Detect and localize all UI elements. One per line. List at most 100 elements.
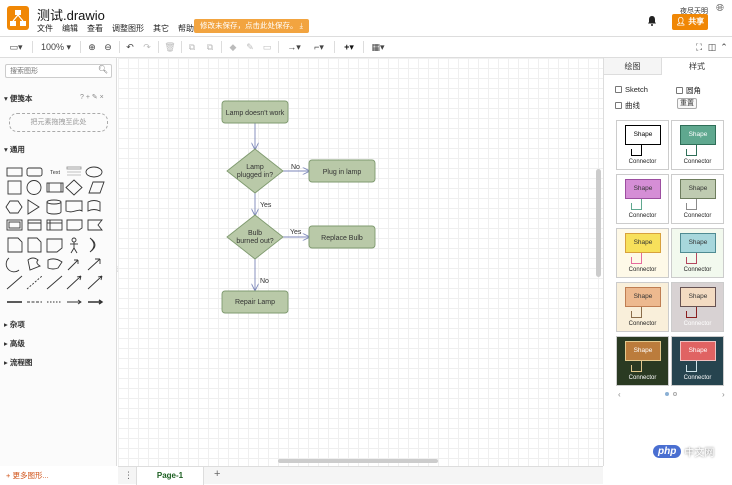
- node-plug-label: Plug in lamp: [323, 169, 362, 176]
- style-preset-9[interactable]: Shape Connector: [616, 336, 669, 386]
- style-preset-3[interactable]: Shape Connector: [616, 174, 669, 224]
- fullscreen-icon[interactable]: ⛶: [694, 40, 704, 54]
- redo-icon[interactable]: ↷: [141, 40, 153, 54]
- rounded-checkbox[interactable]: 圆角: [676, 85, 701, 96]
- connector-line: [686, 263, 697, 264]
- zoom-out-icon[interactable]: ⊖: [102, 40, 114, 54]
- connector-line: [686, 257, 687, 264]
- style-shape-sample: Shape: [625, 341, 661, 361]
- style-preset-7[interactable]: Shape Connector: [616, 282, 669, 332]
- style-preset-5[interactable]: Shape Connector: [616, 228, 669, 278]
- fill-color-icon[interactable]: ◆: [227, 40, 239, 54]
- general-title: 通用: [9, 145, 25, 154]
- collapse-icon[interactable]: ⌃: [719, 40, 729, 54]
- connector-line: [631, 311, 632, 318]
- unsaved-changes-button[interactable]: 修改未保存，点击此处保存。 ⤓: [194, 19, 309, 33]
- diagram-canvas[interactable]: Lamp doesn't work Lamp plugged in? Plug …: [118, 58, 603, 466]
- menu-arrange[interactable]: 调整图形: [112, 23, 144, 34]
- tab-style[interactable]: 样式: [662, 58, 732, 75]
- scratchpad-drop-zone[interactable]: 把元素拖拽至此处: [9, 113, 108, 132]
- to-front-icon[interactable]: ⧉: [186, 40, 198, 54]
- page-tab[interactable]: Page-1: [136, 467, 204, 485]
- to-back-icon[interactable]: ⧉: [204, 40, 216, 54]
- reset-button[interactable]: 重置: [677, 98, 697, 109]
- shape-search[interactable]: 🔍︎: [5, 64, 112, 78]
- globe-icon[interactable]: 🌐︎: [716, 3, 724, 14]
- style-preset-1[interactable]: Shape Connector: [616, 120, 669, 170]
- share-button[interactable]: 👤︎ 共享: [672, 14, 708, 30]
- next-styles-icon[interactable]: ›: [722, 390, 725, 399]
- scratchpad-controls[interactable]: ? + ✎ ×: [80, 93, 104, 101]
- pager-dot[interactable]: [673, 392, 677, 396]
- view-layout-icon[interactable]: ▭▾: [8, 40, 24, 54]
- section-misc[interactable]: ▸ 杂项: [4, 319, 25, 330]
- user-icon: 👤︎: [675, 17, 686, 26]
- pager-dot-active[interactable]: [665, 392, 669, 396]
- scratchpad-title: 便笺本: [9, 94, 33, 103]
- style-preset-10[interactable]: Shape Connector: [671, 336, 724, 386]
- zoom-value: 100%: [40, 42, 64, 52]
- waypoints-icon[interactable]: ⌐▾: [309, 40, 329, 54]
- save-icon: ⤓: [299, 21, 303, 30]
- pages-menu-icon[interactable]: ⋮: [124, 470, 133, 481]
- style-shape-sample: Shape: [625, 287, 661, 307]
- section-misc-label: 杂项: [9, 320, 25, 329]
- style-connector-label: Connector: [683, 375, 712, 381]
- node-q1-label-1: Lamp: [246, 164, 264, 171]
- connector-line: [696, 361, 697, 371]
- scratchpad-header[interactable]: ▾ 便笺本: [4, 93, 32, 104]
- search-input[interactable]: [6, 65, 96, 77]
- edge-q2-no-label: No: [260, 278, 269, 285]
- style-preset-8[interactable]: Shape Connector: [671, 282, 724, 332]
- style-preset-4[interactable]: Shape Connector: [671, 174, 724, 224]
- connector-line: [631, 371, 642, 372]
- menu-view[interactable]: 查看: [87, 23, 103, 34]
- connector-line: [686, 149, 687, 156]
- connection-style-icon[interactable]: →▾: [284, 40, 304, 54]
- curved-checkbox[interactable]: 曲线: [615, 100, 640, 111]
- connector-line: [641, 199, 642, 209]
- prev-styles-icon[interactable]: ‹: [618, 390, 621, 399]
- menu-edit[interactable]: 编辑: [62, 23, 78, 34]
- general-shapes-palette[interactable]: Text: [4, 158, 112, 312]
- connector-line: [696, 145, 697, 155]
- flowchart-diagram[interactable]: Lamp doesn't work Lamp plugged in? Plug …: [118, 58, 603, 466]
- connector-line: [686, 371, 697, 372]
- menu-help[interactable]: 帮助: [178, 23, 194, 34]
- edge-q1-no-label: No: [291, 164, 300, 171]
- section-advanced[interactable]: ▸ 高级: [4, 338, 25, 349]
- document-title[interactable]: 测试.drawio: [37, 5, 105, 24]
- curved-label: 曲线: [625, 101, 640, 110]
- section-flowchart[interactable]: ▸ 流程图: [4, 357, 32, 368]
- style-shape-sample: Shape: [625, 233, 661, 253]
- add-page-icon[interactable]: +: [214, 468, 220, 480]
- style-pager: ‹ ›: [618, 390, 728, 400]
- zoom-select[interactable]: 100% ▾: [40, 40, 72, 54]
- menu-file[interactable]: 文件: [37, 23, 53, 34]
- sketch-checkbox[interactable]: Sketch: [615, 85, 648, 94]
- format-panel-icon[interactable]: ◫: [707, 40, 717, 54]
- more-shapes-link[interactable]: + 更多图形...: [6, 470, 49, 481]
- style-preset-2[interactable]: Shape Connector: [671, 120, 724, 170]
- menu-extras[interactable]: 其它: [153, 23, 169, 34]
- table-icon[interactable]: ▦▾: [369, 40, 387, 54]
- vertical-scrollbar[interactable]: [596, 169, 601, 277]
- insert-icon[interactable]: +▾: [340, 40, 358, 54]
- line-color-icon[interactable]: ✎: [244, 40, 256, 54]
- style-shape-sample: Shape: [680, 125, 716, 145]
- tab-diagram[interactable]: 绘图: [604, 58, 662, 75]
- undo-icon[interactable]: ↶: [124, 40, 136, 54]
- bell-icon[interactable]: [647, 15, 657, 29]
- connector-line: [631, 209, 642, 210]
- unsaved-notice: 修改未保存，点击此处保存。: [200, 21, 298, 30]
- connector-line: [686, 155, 697, 156]
- search-icon[interactable]: 🔍︎: [98, 65, 108, 74]
- style-preset-6[interactable]: Shape Connector: [671, 228, 724, 278]
- general-header[interactable]: ▾ 通用: [4, 144, 25, 155]
- delete-icon[interactable]: 🗑︎: [164, 40, 176, 54]
- style-shape-sample: Shape: [680, 179, 716, 199]
- zoom-in-icon[interactable]: ⊕: [86, 40, 98, 54]
- connector-line: [686, 203, 687, 210]
- horizontal-scrollbar[interactable]: [278, 459, 438, 463]
- shadow-icon[interactable]: ▭: [261, 40, 273, 54]
